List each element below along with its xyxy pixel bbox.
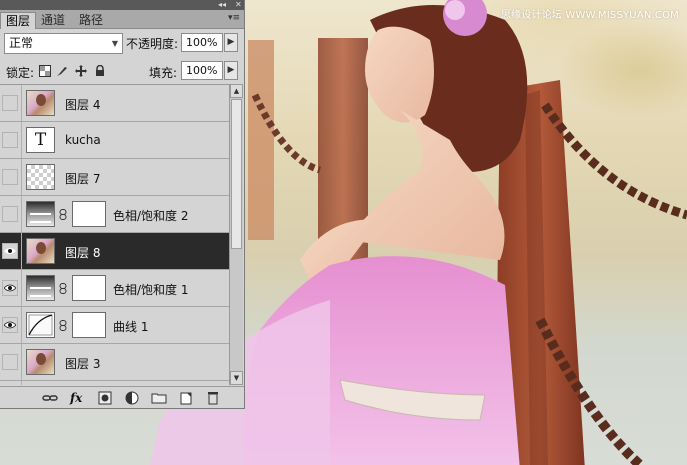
close-icon[interactable]: ✕ (235, 0, 242, 10)
link-icon[interactable] (42, 390, 58, 406)
lock-row: 锁定: 填充: 100% ▶ (2, 60, 242, 82)
text-layer-thumbnail: T (26, 127, 55, 153)
lock-label: 锁定: (6, 66, 35, 80)
curves-thumbnail (26, 312, 55, 338)
curve-graph-icon (28, 314, 53, 336)
fill-label: 填充: (149, 66, 178, 80)
lock-position-icon[interactable] (75, 65, 87, 77)
fx-icon[interactable]: fx (70, 390, 86, 406)
chevron-down-icon: ▼ (111, 39, 118, 48)
layer-name: 图层 8 (65, 246, 101, 260)
collapse-icon[interactable]: ◂◂ (218, 0, 226, 10)
fill-input[interactable]: 100% (181, 61, 223, 80)
scroll-up-icon[interactable]: ▲ (230, 84, 243, 98)
visibility-toggle[interactable] (2, 280, 18, 296)
visibility-toggle[interactable] (2, 169, 18, 185)
visibility-toggle[interactable] (2, 206, 18, 222)
eye-icon (4, 284, 16, 292)
new-group-icon[interactable] (151, 390, 167, 406)
layer-mask-thumbnail[interactable] (72, 201, 106, 227)
eye-icon (4, 248, 16, 254)
blend-mode-select[interactable]: 正常 ▼ (4, 33, 123, 54)
layer-row-partial[interactable] (0, 381, 229, 385)
layer-name: 曲线 1 (113, 320, 149, 334)
layer-row[interactable]: T kucha (0, 122, 229, 159)
panel-titlebar: ◂◂ ✕ (0, 0, 244, 10)
lock-all-icon[interactable] (94, 65, 106, 77)
blend-mode-value: 正常 (9, 36, 34, 50)
tab-paths[interactable]: 路径 (74, 12, 108, 29)
add-mask-icon[interactable] (97, 390, 113, 406)
adjustment-thumbnail (26, 275, 55, 301)
layer-row-selected[interactable]: 图层 8 (0, 233, 229, 270)
adjustment-thumbnail (26, 201, 55, 227)
fill-slider-button[interactable]: ▶ (224, 61, 238, 80)
tab-channels[interactable]: 通道 (36, 12, 70, 29)
layer-name: 图层 3 (65, 357, 101, 371)
lock-pixels-icon[interactable] (56, 65, 68, 77)
opacity-slider-button[interactable]: ▶ (224, 33, 238, 52)
layer-row[interactable]: 曲线 1 (0, 307, 229, 344)
opacity-input[interactable]: 100% (181, 33, 223, 52)
layer-thumbnail (26, 238, 55, 264)
watermark-text: 思缘设计论坛 WWW.MISSYUAN.COM (500, 10, 679, 21)
layer-row[interactable]: 图层 7 (0, 159, 229, 196)
visibility-toggle[interactable] (2, 354, 18, 370)
panel-tabs: 图层 通道 路径 ▾≡ (0, 10, 244, 29)
visibility-toggle[interactable] (2, 317, 18, 333)
panel-menu-icon[interactable]: ▾≡ (228, 13, 240, 23)
tab-layers[interactable]: 图层 (0, 12, 37, 29)
new-layer-icon[interactable] (178, 390, 194, 406)
layer-name: 图层 7 (65, 172, 101, 186)
layer-row[interactable]: 图层 4 (0, 85, 229, 122)
adjustment-layer-icon[interactable] (124, 390, 140, 406)
layer-name: 色相/饱和度 1 (113, 283, 189, 297)
chain-link-icon[interactable] (59, 209, 67, 220)
delete-icon[interactable] (205, 390, 221, 406)
layers-panel: ◂◂ ✕ 图层 通道 路径 ▾≡ 正常 ▼ 不透明度: 100% ▶ 锁定: 填… (0, 0, 245, 409)
layer-row[interactable]: 图层 3 (0, 344, 229, 381)
layer-thumbnail (26, 90, 55, 116)
visibility-toggle[interactable] (2, 132, 18, 148)
chain-link-icon[interactable] (59, 320, 67, 331)
layer-mask-thumbnail[interactable] (72, 312, 106, 338)
layers-bottom-toolbar: fx (0, 386, 244, 408)
lock-transparent-icon[interactable] (39, 65, 51, 77)
eye-icon (4, 321, 16, 329)
scroll-thumb[interactable] (231, 99, 242, 249)
layers-list: 图层 4 T kucha 图层 7 色相/饱和度 2 图层 8 色相/饱和度 1… (0, 84, 229, 385)
layers-scrollbar[interactable]: ▲ ▼ (229, 84, 243, 385)
layer-name: 色相/饱和度 2 (113, 209, 189, 223)
blend-row: 正常 ▼ 不透明度: 100% ▶ (2, 32, 242, 54)
opacity-label: 不透明度: (126, 37, 179, 51)
layer-mask-thumbnail[interactable] (72, 275, 106, 301)
layer-thumbnail (26, 349, 55, 375)
layer-row[interactable]: 色相/饱和度 2 (0, 196, 229, 233)
layer-thumbnail (26, 164, 55, 190)
layer-row[interactable]: 色相/饱和度 1 (0, 270, 229, 307)
visibility-toggle[interactable] (2, 95, 18, 111)
layer-name: 图层 4 (65, 98, 101, 112)
chain-link-icon[interactable] (59, 283, 67, 294)
visibility-toggle[interactable] (2, 243, 18, 259)
scroll-down-icon[interactable]: ▼ (230, 371, 243, 385)
layer-name: kucha (65, 133, 101, 147)
